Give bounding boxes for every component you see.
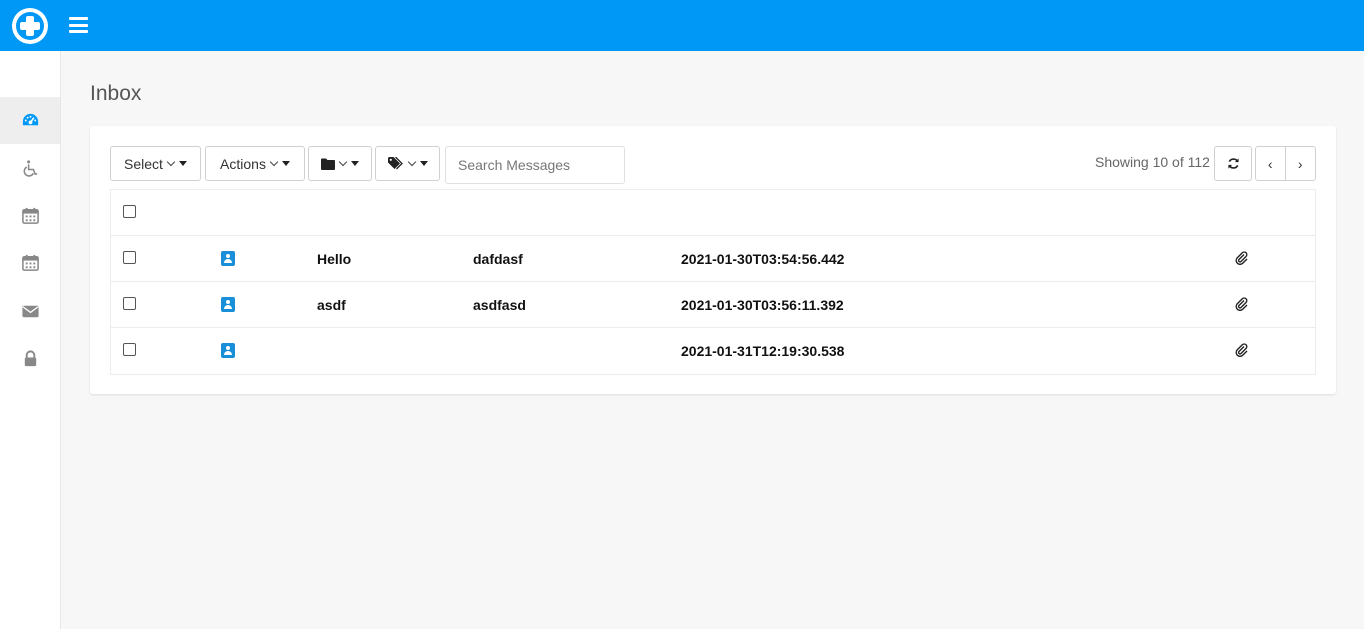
sidebar-item-messages[interactable] xyxy=(0,288,60,335)
contact-card-icon[interactable] xyxy=(221,297,235,312)
caret-down-icon xyxy=(281,161,290,166)
chevron-down-icon xyxy=(407,157,416,166)
message-subject[interactable]: dafdasf xyxy=(473,251,523,267)
contact-card-icon[interactable] xyxy=(221,251,235,266)
sidebar-item-appointments[interactable] xyxy=(0,239,60,286)
table-header-row xyxy=(111,190,1315,236)
chevron-down-icon xyxy=(269,157,279,166)
sidebar-item-patients[interactable] xyxy=(0,145,60,192)
table-row[interactable]: 2021-01-31T12:19:30.538 xyxy=(111,328,1315,374)
sidebar-item-calendar[interactable] xyxy=(0,192,60,239)
next-page-button[interactable]: › xyxy=(1286,147,1315,180)
caret-down-icon xyxy=(178,161,187,166)
chevron-down-icon xyxy=(166,157,176,166)
envelope-icon xyxy=(21,305,39,318)
page-title: Inbox xyxy=(90,82,142,105)
message-date[interactable]: 2021-01-30T03:56:11.392 xyxy=(681,297,844,313)
contact-card-icon[interactable] xyxy=(221,343,235,358)
lock-icon xyxy=(24,350,36,367)
paperclip-icon xyxy=(1235,251,1248,265)
row-checkbox[interactable] xyxy=(123,251,136,264)
wheelchair-icon xyxy=(23,160,37,177)
folder-icon xyxy=(321,158,335,170)
tag-icon xyxy=(387,157,403,170)
sidebar xyxy=(0,51,61,629)
message-sender[interactable]: asdf xyxy=(317,297,346,313)
sidebar-item-dashboard[interactable] xyxy=(0,97,60,144)
pager: ‹ › xyxy=(1255,146,1316,181)
top-navbar xyxy=(0,0,1364,51)
refresh-icon xyxy=(1227,158,1239,169)
menu-toggle-icon[interactable] xyxy=(69,17,88,33)
actions-dropdown-button[interactable]: Actions xyxy=(205,146,305,181)
folder-dropdown-button[interactable] xyxy=(308,146,372,181)
caret-down-icon xyxy=(351,161,359,166)
table-row[interactable]: asdf asdfasd 2021-01-30T03:56:11.392 xyxy=(111,282,1315,328)
previous-page-button[interactable]: ‹ xyxy=(1256,147,1286,180)
message-date[interactable]: 2021-01-30T03:54:56.442 xyxy=(681,251,844,267)
message-date[interactable]: 2021-01-31T12:19:30.538 xyxy=(681,343,844,359)
select-all-checkbox[interactable] xyxy=(123,205,136,218)
app-logo-icon[interactable] xyxy=(12,8,48,44)
messages-table: Hello dafdasf 2021-01-30T03:54:56.442 as… xyxy=(110,189,1316,375)
calendar-icon xyxy=(21,254,39,271)
tag-dropdown-button[interactable] xyxy=(375,146,440,181)
dashboard-icon xyxy=(22,113,38,126)
row-checkbox[interactable] xyxy=(123,343,136,356)
select-dropdown-button[interactable]: Select xyxy=(110,146,201,181)
chevron-down-icon xyxy=(338,157,348,166)
message-sender[interactable]: Hello xyxy=(317,251,351,267)
table-row[interactable]: Hello dafdasf 2021-01-30T03:54:56.442 xyxy=(111,236,1315,282)
pagination-status: Showing 10 of 112 xyxy=(1095,154,1210,170)
paperclip-icon xyxy=(1235,343,1248,357)
search-messages-input[interactable] xyxy=(445,146,625,184)
caret-down-icon xyxy=(419,161,428,166)
calendar-icon xyxy=(21,207,39,224)
inbox-card: Select Actions Showing 10 of 112 xyxy=(90,126,1336,394)
refresh-button[interactable] xyxy=(1214,146,1252,181)
message-subject[interactable]: asdfasd xyxy=(473,297,526,313)
sidebar-item-lock[interactable] xyxy=(0,335,60,382)
paperclip-icon xyxy=(1235,297,1248,311)
row-checkbox[interactable] xyxy=(123,297,136,310)
